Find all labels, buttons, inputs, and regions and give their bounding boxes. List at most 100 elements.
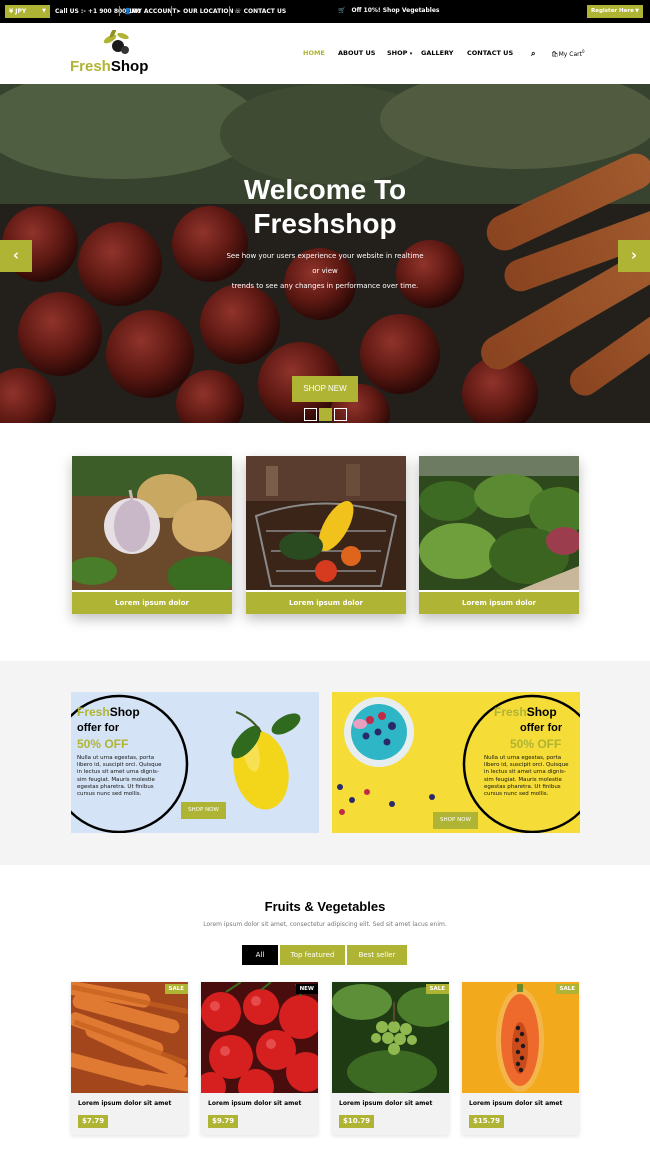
our-location-link[interactable]: ➤ OUR LOCATION [176,8,234,15]
category-image-basket [246,456,406,590]
hero-slider: Welcome To Freshshop See how your users … [0,84,650,423]
cart-button[interactable]: 🛍My Cart0 [551,49,585,58]
headset-icon: ☏ [234,8,242,15]
product-footer: Lorem ipsum dolor sit amet $9.79 [201,1093,318,1135]
section-title: Fruits & Vegetables [264,899,386,914]
divider [119,6,120,16]
product-name: Lorem ipsum dolor sit amet [208,1100,302,1107]
product-price: $7.79 [78,1115,109,1128]
product-card[interactable]: SALE Lorem ipsum dolor sit amet $10.79 [332,982,449,1135]
slider-dot[interactable] [334,408,347,421]
cart-count: 0 [581,49,585,54]
product-image-papaya [462,982,579,1093]
brand-logo[interactable]: FreshShop [70,58,148,75]
product-price: $9.79 [208,1115,239,1128]
contact-us-label: CONTACT US [243,8,287,15]
register-label: Register Here [591,8,634,14]
product-footer: Lorem ipsum dolor sit amet $7.79 [71,1093,188,1135]
hero-subtitle-line1: See how your users experience your websi… [226,252,424,275]
promo-banner-lemon: FreshShop offer for 50% OFF Nulla ut urn… [71,692,319,833]
sale-badge: SALE [425,984,449,994]
promo-shop-now-button[interactable]: SHOP NOW [181,802,226,819]
slider-dot-active[interactable] [319,408,332,421]
hero-subtitle: See how your users experience your websi… [222,249,428,294]
promo-offer-text: offer for [77,722,120,734]
nav-contact[interactable]: CONTACT US [467,49,513,57]
promo-brand-part1: Fresh [494,705,527,719]
olive-logo-icon [103,30,129,54]
offer-ticker: 🛒 Off 10%! Shop Vegetables [338,7,439,14]
hero-title-line1: Welcome To [243,174,407,205]
promo-shop-now-button[interactable]: SHOP NOW [433,812,478,829]
my-account-link[interactable]: 👤MY ACCOUNT [124,8,176,15]
cart-label: My Cart [558,51,582,58]
main-header: FreshShop HOME ABOUT US SHOP ▾ GALLERY C… [0,23,650,84]
promo-brand-part1: Fresh [77,705,110,719]
bag-icon: 🛍 [551,51,559,58]
currency-value: ¥ JPY [9,8,27,15]
promo-description: Nulla ut urna egestas, porta libero id, … [77,755,162,798]
category-label: Lorem ipsum dolor [419,592,579,614]
promo-description: Nulla ut urna egestas, porta libero id, … [484,755,569,798]
category-image-greens [419,456,579,590]
top-bar: ¥ JPY ▼ Call US :- +1 900 800 100 👤MY AC… [0,0,650,23]
sale-badge: SALE [555,984,579,994]
promo-brand: FreshShop [494,705,557,719]
nav-home[interactable]: HOME [303,49,325,57]
product-price: $10.79 [339,1115,375,1128]
product-card[interactable]: SALE Lorem ipsum dolor sit amet $15.79 [462,982,579,1135]
category-image-garlic-potatoes [72,456,232,590]
tab-all[interactable]: All [242,945,278,965]
cart-icon: 🛒 [338,7,346,14]
promo-brand-part2: Shop [109,705,140,719]
hero-subtitle-line2: trends to see any changes in performance… [231,282,419,290]
chevron-down-icon: ▼ [635,8,639,14]
offer-text: Off 10%! Shop Vegetables [351,7,440,14]
divider [171,6,172,16]
promo-discount: 50% OFF [510,737,562,751]
divider [229,6,230,16]
category-label: Lorem ipsum dolor [246,592,406,614]
promo-offer-text: offer for [520,722,563,734]
hero-title-line2: Freshshop [253,208,397,239]
promo-brand-part2: Shop [526,705,557,719]
register-select[interactable]: Register Here ▼ [587,5,643,18]
currency-select[interactable]: ¥ JPY ▼ [5,5,50,18]
tab-best-seller[interactable]: Best seller [347,945,407,965]
our-location-label: OUR LOCATION [183,8,234,15]
promo-brand: FreshShop [77,705,140,719]
logo-part2: Shop [110,58,149,75]
product-price: $15.79 [469,1115,505,1128]
my-account-label: MY ACCOUNT [131,8,177,15]
new-badge: NEW [295,984,318,994]
product-image-carrots [71,982,188,1093]
search-icon[interactable]: ⌕ [531,49,535,59]
logo-part1: Fresh [70,58,111,75]
product-image-tomatoes [201,982,318,1093]
nav-shop-label: SHOP [387,49,408,57]
contact-us-link[interactable]: ☏ CONTACT US [234,8,286,15]
next-slide-arrow-icon[interactable]: › [618,240,650,272]
prev-slide-arrow-icon[interactable]: ‹ [0,240,32,272]
category-card[interactable]: Lorem ipsum dolor [246,456,406,614]
promo-discount: 50% OFF [77,737,129,751]
product-card[interactable]: SALE Lorem ipsum dolor sit amet $7.79 [71,982,188,1135]
tab-top-featured[interactable]: Top featured [280,945,345,965]
chevron-down-icon: ▼ [42,8,46,14]
nav-gallery[interactable]: GALLERY [421,49,453,57]
product-card[interactable]: NEW Lorem ipsum dolor sit amet $9.79 [201,982,318,1135]
hero-shop-new-button[interactable]: SHOP NEW [292,376,358,402]
nav-shop[interactable]: SHOP ▾ [387,49,412,57]
product-name: Lorem ipsum dolor sit amet [78,1100,172,1107]
product-name: Lorem ipsum dolor sit amet [339,1100,433,1107]
chevron-down-icon: ▾ [409,51,413,57]
section-subtitle: Lorem ipsum dolor sit amet, consectetur … [203,921,447,928]
slider-dot[interactable] [304,408,317,421]
product-footer: Lorem ipsum dolor sit amet $10.79 [332,1093,449,1135]
category-card[interactable]: Lorem ipsum dolor [72,456,232,614]
category-card[interactable]: Lorem ipsum dolor [419,456,579,614]
nav-about[interactable]: ABOUT US [338,49,375,57]
product-name: Lorem ipsum dolor sit amet [469,1100,563,1107]
location-arrow-icon: ➤ [176,8,182,15]
category-label: Lorem ipsum dolor [72,592,232,614]
